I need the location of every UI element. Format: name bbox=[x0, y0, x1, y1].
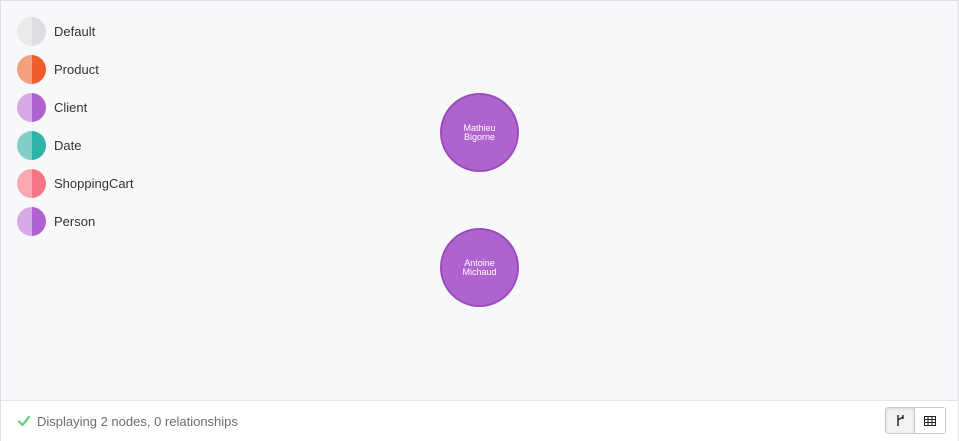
legend-item-shoppingcart[interactable]: ShoppingCart bbox=[17, 168, 134, 198]
table-view-button[interactable] bbox=[914, 408, 945, 433]
graph-canvas[interactable]: Default Product Client Date ShoppingCart… bbox=[1, 1, 958, 400]
legend-label: Default bbox=[54, 23, 96, 39]
legend-swatch bbox=[17, 130, 46, 160]
legend-swatch bbox=[17, 92, 46, 122]
legend-swatch bbox=[17, 206, 46, 236]
legend-item-product[interactable]: Product bbox=[17, 54, 134, 84]
legend-swatch bbox=[17, 54, 46, 84]
legend-label: ShoppingCart bbox=[54, 175, 134, 191]
legend: Default Product Client Date ShoppingCart… bbox=[17, 16, 134, 244]
legend-item-person[interactable]: Person bbox=[17, 206, 134, 236]
legend-label: Date bbox=[54, 137, 82, 153]
legend-item-default[interactable]: Default bbox=[17, 16, 134, 46]
node-label: Mathieu Bigorne bbox=[463, 122, 496, 142]
legend-label: Product bbox=[54, 61, 99, 77]
view-toggle bbox=[885, 407, 946, 434]
graph-view-icon bbox=[897, 415, 904, 426]
status-text: Displaying 2 nodes, 0 relationships bbox=[37, 413, 238, 429]
status-bar: Displaying 2 nodes, 0 relationships bbox=[1, 400, 958, 441]
check-icon bbox=[18, 415, 30, 427]
legend-item-client[interactable]: Client bbox=[17, 92, 134, 122]
graph-visualization-panel: Default Product Client Date ShoppingCart… bbox=[0, 0, 959, 441]
legend-label: Client bbox=[54, 99, 88, 115]
legend-label: Person bbox=[54, 213, 96, 229]
node-label: Antoine Michaud bbox=[462, 257, 497, 277]
legend-swatch bbox=[17, 16, 46, 46]
graph-node[interactable]: Mathieu Bigorne bbox=[440, 93, 519, 172]
graph-node[interactable]: Antoine Michaud bbox=[440, 228, 519, 307]
graph-view-button[interactable] bbox=[886, 408, 914, 433]
table-view-icon bbox=[924, 415, 936, 426]
legend-item-date[interactable]: Date bbox=[17, 130, 134, 160]
legend-swatch bbox=[17, 168, 46, 198]
